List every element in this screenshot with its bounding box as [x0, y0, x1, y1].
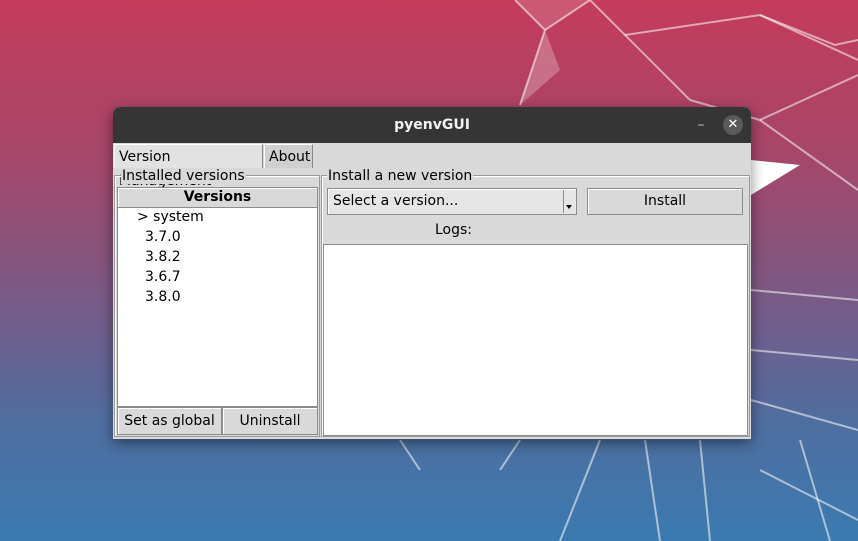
versions-column-header[interactable]: Versions	[118, 188, 317, 208]
list-item[interactable]: 3.8.0	[145, 287, 181, 307]
version-select[interactable]: Select a version...	[327, 188, 577, 215]
set-as-global-button[interactable]: Set as global	[117, 407, 222, 435]
install-new-version-label: Install a new version	[327, 168, 474, 184]
version-select-value: Select a version...	[333, 193, 459, 209]
list-item[interactable]: > system	[137, 207, 204, 227]
install-button[interactable]: Install	[587, 188, 743, 215]
versions-list[interactable]: Versions > system 3.7.0 3.8.2 3.6.7 3.8.…	[117, 187, 318, 407]
minimize-icon[interactable]: –	[691, 115, 711, 135]
logs-textarea[interactable]	[323, 244, 748, 436]
tab-version-management[interactable]: Version Management	[114, 144, 263, 189]
logs-label: Logs:	[435, 222, 473, 238]
title-bar[interactable]: pyenvGUI – ✕	[113, 107, 751, 143]
installed-versions-label: Installed versions	[121, 168, 246, 184]
tab-about[interactable]: About	[264, 144, 313, 168]
close-icon[interactable]: ✕	[723, 115, 743, 135]
window-title: pyenvGUI	[394, 117, 470, 133]
chevron-down-icon[interactable]	[563, 190, 575, 213]
list-item[interactable]: 3.7.0	[145, 227, 181, 247]
tab-bar: Version Management About	[113, 143, 751, 189]
list-item[interactable]: 3.6.7	[145, 267, 181, 287]
uninstall-button[interactable]: Uninstall	[222, 407, 318, 435]
list-item[interactable]: 3.8.2	[145, 247, 181, 267]
pyenvgui-window: pyenvGUI – ✕ Version Management About In…	[113, 107, 751, 439]
